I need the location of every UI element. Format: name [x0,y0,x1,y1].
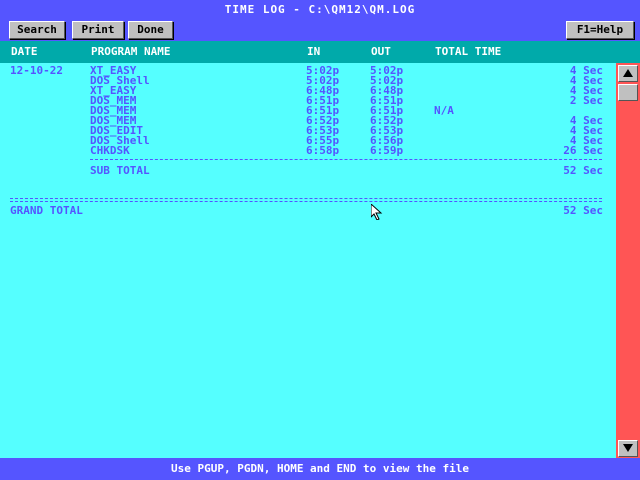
toolbar: Search Print Done F1=Help [0,19,640,41]
search-button[interactable]: Search [9,21,65,39]
column-out: OUT [371,45,391,58]
subtotal-row: SUB TOTAL 52 Sec [0,164,616,177]
total-time: 2 Sec [569,94,603,107]
mouse-cursor-icon [371,204,383,220]
scrollbar-thumb[interactable] [618,84,638,101]
note: N/A [434,104,454,117]
grand-total-value: 52 Sec [563,204,603,217]
log-view: 12-10-22 XT_EASY 5:02p 5:02p 4 Sec DOS S… [0,63,616,458]
window-title: TIME LOG - C:\QM12\QM.LOG [0,0,640,19]
time-in: 6:58p [306,144,340,157]
arrow-down-icon [623,444,633,452]
arrow-down-icon[interactable] [618,440,638,457]
arrow-up-icon[interactable] [618,65,638,82]
column-header: DATE PROGRAM NAME IN OUT TOTAL TIME [0,41,640,63]
column-program-name: PROGRAM NAME [91,45,171,58]
subtotal-value: 52 Sec [563,164,603,177]
vertical-scrollbar[interactable] [616,63,640,458]
done-button[interactable]: Done [128,21,173,39]
subtotal-label: SUB TOTAL [90,164,150,177]
grand-total-divider [10,198,602,202]
column-in: IN [307,45,321,58]
print-button[interactable]: Print [72,21,124,39]
column-total-time: TOTAL TIME [435,45,502,58]
grand-total-label: GRAND TOTAL [10,204,83,217]
status-bar: Use PGUP, PGDN, HOME and END to view the… [0,458,640,480]
arrow-up-icon [623,69,633,77]
grand-total-row: GRAND TOTAL 52 Sec [0,204,616,217]
help-button[interactable]: F1=Help [566,21,634,39]
subtotal-divider [90,159,602,160]
program-name: CHKDSK [90,144,130,157]
table-row: CHKDSK 6:58p 6:59p 26 Sec [0,144,616,157]
total-time: 26 Sec [563,144,603,157]
column-date: DATE [11,45,38,58]
time-out: 6:59p [370,144,404,157]
